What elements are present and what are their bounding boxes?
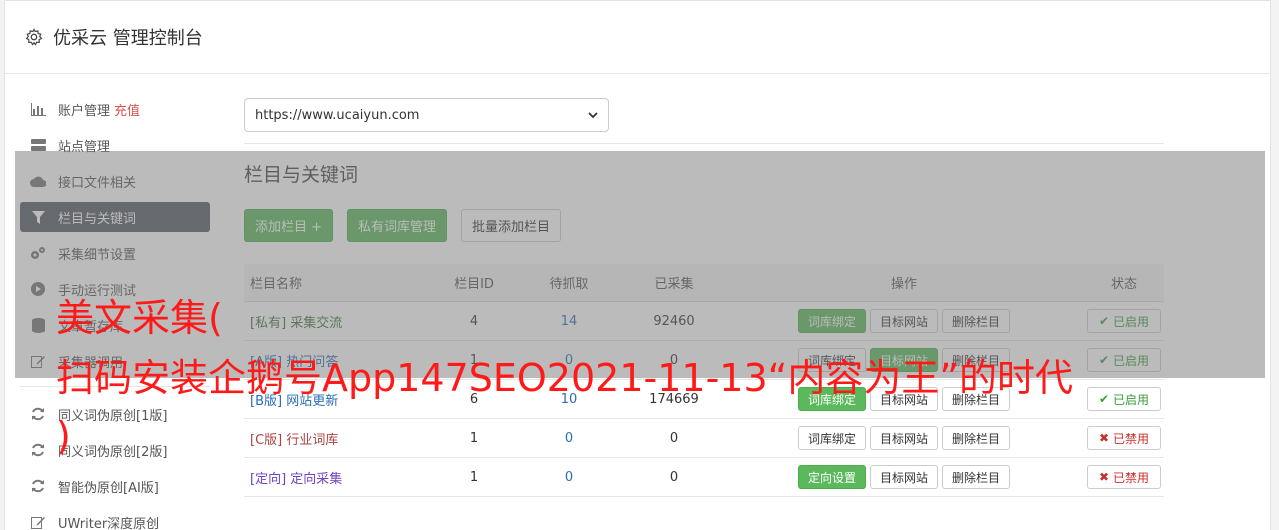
directed-settings-button[interactable]: 定向设置: [797, 465, 866, 489]
status-toggle[interactable]: ✔ 已启用: [1087, 387, 1161, 411]
operations: 定向设置 目标网站 删除栏目: [724, 465, 1084, 489]
column-name-cell: [C版] 行业词库: [244, 429, 434, 448]
pending-count[interactable]: 0: [514, 470, 624, 485]
sidebar-item-label: 智能伪原创[AI版]: [58, 480, 159, 496]
watermark-line: 扫码安装企鹅号App147SEO2021-11-13“内容为王”的时代: [56, 356, 1074, 400]
cross-icon: ✖: [1099, 470, 1110, 484]
sidebar-item-label: UWriter深度原创: [58, 516, 160, 530]
status-cell: ✔ 已启用: [1084, 387, 1164, 411]
chevron-down-icon: [588, 111, 598, 118]
pending-count[interactable]: 0: [514, 431, 624, 446]
column-name[interactable]: 定向采集: [290, 472, 342, 487]
bar-chart-icon: [30, 101, 46, 117]
column-id: 1: [469, 430, 479, 446]
column-id: 1: [469, 469, 479, 485]
page-title: 优采云 管理控制台: [53, 28, 203, 49]
watermark-line: 美文采集(: [56, 296, 223, 340]
target-site-button[interactable]: 目标网站: [869, 426, 938, 450]
sidebar-item-ai[interactable]: 智能伪原创[AI版]: [20, 471, 210, 501]
refresh-icon: [30, 406, 46, 422]
status-label: 已禁用: [1112, 431, 1149, 446]
column-tag: [定向]: [250, 471, 287, 487]
operations: 词库绑定 目标网站 删除栏目: [724, 426, 1084, 450]
divider: [244, 143, 1164, 144]
status-cell: ✖ 已禁用: [1084, 426, 1164, 450]
sidebar-item-label: 同义词伪原创[2版]: [58, 444, 168, 460]
gray-overlay: [15, 151, 1265, 378]
site-select[interactable]: https://www.ucaiyun.com: [244, 98, 609, 132]
sidebar-item-label: 同义词伪原创[1版]: [58, 408, 168, 424]
status-toggle[interactable]: ✖ 已禁用: [1087, 426, 1161, 450]
watermark-line: ): [56, 414, 71, 458]
recharge-link[interactable]: 充值: [114, 100, 140, 119]
bind-library-button[interactable]: 词库绑定: [797, 426, 866, 450]
status-toggle[interactable]: ✖ 已禁用: [1087, 465, 1161, 489]
gear-icon: [25, 28, 43, 46]
column-name[interactable]: 行业词库: [286, 433, 338, 448]
status-label: 已启用: [1112, 392, 1149, 407]
refresh-icon: [30, 478, 46, 494]
sidebar-item-synonym-v2[interactable]: 同义词伪原创[2版]: [20, 435, 210, 465]
header: 优采云 管理控制台: [5, 1, 1270, 74]
target-site-button[interactable]: 目标网站: [869, 465, 938, 489]
status-label: 已禁用: [1112, 470, 1149, 485]
column-name-cell: [定向] 定向采集: [244, 468, 434, 487]
collected-count: 0: [669, 430, 679, 446]
edit-icon: [30, 514, 46, 530]
cross-icon: ✖: [1099, 431, 1110, 445]
refresh-icon: [30, 442, 46, 458]
delete-column-button[interactable]: 删除栏目: [942, 465, 1011, 489]
table-row: [定向] 定向采集 1 0 0 定向设置 目标网站 删除栏目 ✖ 已禁用: [244, 458, 1164, 497]
sidebar-item-label: 账户管理: [58, 103, 111, 119]
table-row: [C版] 行业词库 1 0 0 词库绑定 目标网站 删除栏目 ✖ 已禁用: [244, 419, 1164, 458]
column-tag: [C版]: [250, 432, 283, 448]
delete-column-button[interactable]: 删除栏目: [942, 426, 1011, 450]
collected-count: 0: [669, 469, 679, 485]
sidebar-item-synonym-v1[interactable]: 同义词伪原创[1版]: [20, 399, 210, 429]
site-select-value: https://www.ucaiyun.com: [255, 107, 420, 123]
sidebar-item-uwriter[interactable]: UWriter深度原创: [20, 507, 210, 530]
check-icon: ✔: [1099, 392, 1110, 406]
sidebar-item-account[interactable]: 账户管理 充值: [20, 94, 210, 124]
status-cell: ✖ 已禁用: [1084, 465, 1164, 489]
